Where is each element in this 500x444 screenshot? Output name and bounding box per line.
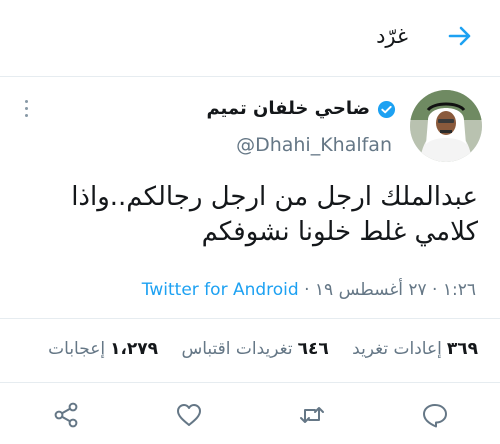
tweet-client-link[interactable]: Twitter for Android: [142, 280, 299, 300]
divider: [0, 318, 500, 319]
reply-button[interactable]: [420, 400, 450, 430]
more-dot-icon: [24, 107, 28, 110]
avatar[interactable]: [410, 90, 482, 162]
tweet-meta: ١:٢٦ · ٢٧ أغسطس ١٩ · Twitter for Android: [142, 277, 476, 303]
arrow-right-icon: [448, 26, 471, 46]
user-handle[interactable]: @Dhahi_Khalfan: [236, 132, 392, 158]
tweet-text: عبدالملك ارجل من ارجل رجالكم..واذا كلامي…: [71, 182, 478, 247]
display-name[interactable]: ضاحي خلفان تميم: [206, 97, 370, 121]
back-button[interactable]: [446, 22, 474, 50]
retweets-label: إعادات تغريد: [352, 339, 442, 359]
top-bar: غرّد: [0, 0, 500, 77]
quotes-count: ٦٤٦: [297, 339, 329, 359]
more-dot-icon: [24, 114, 28, 117]
more-options-button[interactable]: [16, 100, 36, 126]
quotes-stat[interactable]: ٦٤٦تغريدات اقتباس: [181, 339, 328, 359]
avatar-image: [410, 90, 482, 162]
verified-badge-icon: [377, 100, 396, 119]
share-button[interactable]: [51, 400, 81, 430]
divider: [0, 382, 500, 383]
likes-stat[interactable]: ١،٢٧٩إعجابات: [48, 339, 158, 359]
retweet-button[interactable]: [297, 400, 327, 430]
like-button[interactable]: [174, 400, 204, 430]
page-title: غرّد: [376, 24, 408, 48]
tweet-stats: ٣٦٩إعادات تغريد ٦٤٦تغريدات اقتباس ١،٢٧٩إ…: [30, 336, 478, 362]
quotes-label: تغريدات اقتباس: [181, 339, 293, 359]
likes-label: إعجابات: [48, 339, 106, 359]
share-icon: [54, 402, 78, 428]
likes-count: ١،٢٧٩: [110, 339, 159, 359]
more-dot-icon: [24, 100, 28, 103]
tweet-timestamp: ١:٢٦ · ٢٧ أغسطس ١٩ ·: [304, 280, 476, 300]
retweets-count: ٣٦٩: [446, 339, 478, 359]
retweets-stat[interactable]: ٣٦٩إعادات تغريد: [352, 339, 478, 359]
like-icon: [177, 404, 201, 426]
retweet-icon: [300, 407, 324, 423]
reply-icon: [423, 404, 447, 428]
